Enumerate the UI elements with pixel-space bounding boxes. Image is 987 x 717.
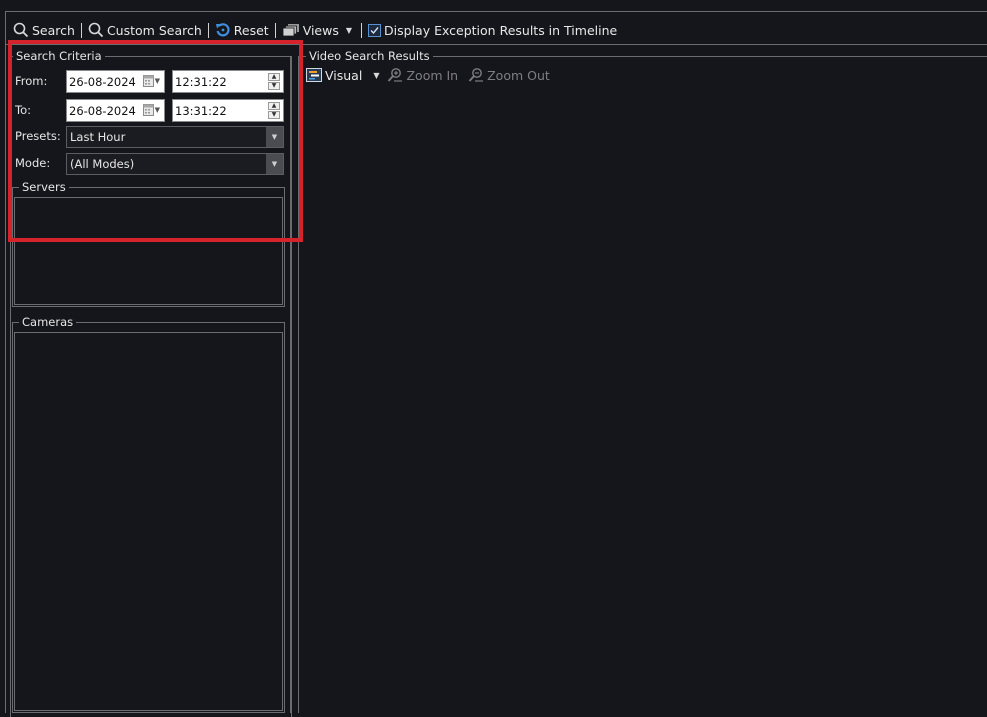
reset-button-label: Reset (233, 22, 269, 38)
from-date-picker[interactable]: 26-08-2024 ▼ (66, 70, 165, 93)
search-icon (88, 22, 104, 38)
zoom-in-icon (388, 68, 403, 82)
toolbar-separator (361, 22, 363, 38)
toolbar-separator (80, 22, 82, 38)
toolbar-top-border (5, 11, 987, 12)
chevron-down-icon: ▼ (154, 106, 160, 114)
zoom-in-button[interactable]: Zoom In (385, 67, 458, 83)
reset-button[interactable]: Reset (212, 22, 272, 38)
to-label: To: (15, 103, 31, 117)
to-time-input[interactable]: 13:31:22 ▲ ▼ (172, 99, 284, 122)
cameras-list[interactable] (14, 332, 283, 711)
search-button-label: Search (32, 22, 75, 38)
presets-dropdown[interactable]: Last Hour ▼ (66, 126, 284, 148)
video-results-area[interactable] (300, 90, 987, 713)
results-panel-left-border (298, 56, 299, 713)
search-button[interactable]: Search (10, 22, 78, 38)
mode-dropdown[interactable]: (All Modes) ▼ (66, 153, 284, 175)
display-exceptions-checkbox[interactable]: Display Exception Results in Timeline (365, 23, 620, 38)
chevron-down-icon: ▼ (154, 77, 160, 85)
zoom-in-label: Zoom In (406, 67, 459, 83)
spin-up-icon[interactable]: ▲ (268, 73, 280, 81)
spin-down-icon[interactable]: ▼ (268, 82, 280, 90)
from-calendar-button[interactable]: ▼ (142, 75, 160, 87)
to-date-value: 26-08-2024 (69, 103, 136, 118)
presets-label: Presets: (15, 129, 61, 143)
video-results-title: Video Search Results (306, 50, 433, 63)
reset-icon (215, 23, 230, 37)
servers-list[interactable] (14, 197, 283, 305)
custom-search-button[interactable]: Custom Search (85, 22, 205, 38)
spin-down-icon[interactable]: ▼ (268, 111, 280, 119)
chevron-down-icon: ▼ (345, 25, 353, 35)
to-calendar-button[interactable]: ▼ (142, 104, 160, 116)
search-criteria-title: Search Criteria (13, 50, 105, 63)
timeline-icon (306, 68, 322, 82)
to-time-value: 13:31:22 (175, 103, 227, 118)
zoom-out-icon (468, 68, 484, 82)
from-date-value: 26-08-2024 (69, 74, 136, 89)
calendar-icon (142, 104, 154, 116)
chevron-down-icon[interactable]: ▼ (373, 71, 379, 80)
from-time-spinner[interactable]: ▲ ▼ (268, 73, 280, 90)
toolbar-separator (207, 22, 209, 38)
display-exceptions-label: Display Exception Results in Timeline (384, 22, 618, 38)
from-label: From: (15, 74, 48, 88)
from-time-value: 12:31:22 (175, 74, 227, 89)
zoom-out-button[interactable]: Zoom Out (464, 67, 550, 83)
spin-up-icon[interactable]: ▲ (268, 102, 280, 110)
mode-label: Mode: (15, 156, 51, 170)
video-results-toolbar: Visual ▼ Zoom In Zoom Out (306, 67, 550, 83)
toolbar-separator (274, 22, 276, 38)
checkbox-checked-icon (368, 23, 382, 37)
search-icon (13, 22, 29, 38)
calendar-icon (142, 75, 154, 87)
toolbar-bottom-border (5, 44, 987, 45)
visual-view-button[interactable]: Visual ▼ (306, 68, 379, 83)
from-time-input[interactable]: 12:31:22 ▲ ▼ (172, 70, 284, 93)
cameras-title: Cameras (19, 316, 77, 329)
views-icon (282, 24, 299, 37)
main-toolbar: Search Custom Search Reset Views ▼ Displ… (10, 20, 620, 40)
chevron-down-icon[interactable]: ▼ (266, 127, 283, 147)
zoom-out-label: Zoom Out (487, 67, 550, 83)
presets-value: Last Hour (70, 130, 126, 144)
servers-title: Servers (19, 181, 69, 194)
to-date-picker[interactable]: 26-08-2024 ▼ (66, 99, 165, 122)
custom-search-button-label: Custom Search (106, 22, 202, 38)
chevron-down-icon[interactable]: ▼ (266, 154, 283, 174)
visual-label: Visual (325, 67, 363, 83)
to-time-spinner[interactable]: ▲ ▼ (268, 102, 280, 119)
views-button-label: Views (302, 22, 339, 38)
views-button[interactable]: Views ▼ (279, 23, 355, 38)
mode-value: (All Modes) (70, 157, 135, 171)
frame-left-border (5, 11, 6, 713)
